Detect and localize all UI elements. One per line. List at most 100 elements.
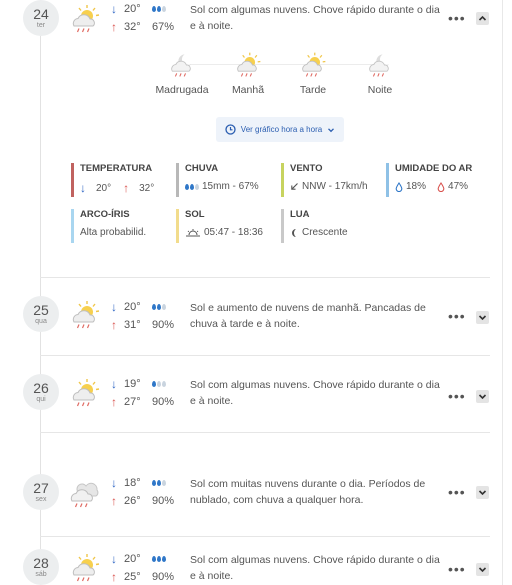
rain-probability: 90% [152,319,175,331]
rain-drops-icon [152,474,188,492]
more-options-button[interactable]: ••• [448,309,466,324]
temperatures: ↓ 19° ↑ 27° [111,375,151,411]
day-description: Sol com algumas nuvens. Chove rápido dur… [190,379,440,407]
arrow-up-icon: ↑ [111,318,117,332]
stat-sun-value: 05:47 - 18:36 [204,227,263,238]
stat-wind: VENTO NNW - 17km/h [281,163,381,197]
date-badge: 25 qua [23,296,59,332]
period-noite: Noite [350,50,410,96]
hourly-chart-button[interactable]: Ver gráfico hora a hora [216,117,344,142]
sun-cloud-rain-icon [68,376,102,410]
temp-max: 32° [124,21,141,33]
day-description: Sol com muitas nuvens durante o dia. Per… [190,478,426,506]
stat-temp-max: 32° [139,182,155,194]
arrow-down-icon: ↓ [111,377,117,391]
more-options-button[interactable]: ••• [448,485,466,500]
stat-humidity-max: 47% [448,181,469,192]
stat-title: SOL [185,209,205,220]
period-tarde: Tarde [283,50,343,96]
rain-drops-icon [152,375,188,393]
wind-direction-icon [291,183,298,190]
date-badge: 24 ter [23,0,59,36]
temperatures: ↓ 20° ↑ 25° [111,550,151,585]
stat-title: ARCO-ÍRIS [80,209,130,220]
arrow-up-icon: ↑ [111,494,117,508]
stat-moon: LUA Crescente [281,209,381,243]
rain-info: 90% [152,550,188,585]
day-row[interactable]: 24 ter ↓ 20° ↑ 32° 67% Sol com algumas nuv… [0,0,502,277]
temp-max: 26° [124,495,141,507]
frame-border [502,0,503,585]
day-number: 26 [33,380,49,396]
more-options-button[interactable]: ••• [448,562,466,577]
day-row[interactable]: 26 qui ↓ 19° ↑ 27° 90% Sol com algumas nuv… [0,374,502,434]
expand-button[interactable] [476,563,489,576]
expand-button[interactable] [476,390,489,403]
rain-drops-icon [152,298,188,316]
chevron-down-icon [478,490,487,496]
day-of-week: sex [35,496,47,503]
arrow-down-icon: ↓ [80,181,86,195]
stat-rainbow: ARCO-ÍRIS Alta probabilid. [71,209,171,243]
day-of-week: qui [36,396,46,403]
arrow-down-icon: ↓ [111,552,117,566]
sun-cloud-rain-icon [68,2,102,36]
row-divider [40,355,490,356]
moon-cloud-rain-icon [365,50,395,80]
humidity-drop-icon [395,181,403,192]
stat-title: LUA [290,209,310,220]
day-of-week: qua [35,318,47,325]
collapse-button[interactable] [476,12,489,25]
arrow-up-icon: ↑ [123,181,130,195]
day-row[interactable]: 25 qua ↓ 20° ↑ 31° 90% Sol e aumento de nu… [0,296,502,356]
temperatures: ↓ 20° ↑ 31° [111,298,151,334]
day-row[interactable]: 27 sex ↓ 18° ↑ 26° 90% Sol com muitas nuve… [0,474,502,534]
rain-info: 90% [152,474,188,510]
stat-temp-min: 20° [96,182,112,194]
rain-probability: 67% [152,21,175,33]
rain-info: 90% [152,375,188,411]
expand-button[interactable] [476,311,489,324]
arrow-up-icon: ↑ [111,570,117,584]
day-description: Sol com algumas nuvens. Chove rápido dur… [190,4,440,32]
temp-min: 18° [124,477,141,489]
moon-cloud-rain-icon [167,50,197,80]
arrow-down-icon: ↓ [111,300,117,314]
sun-cloud-rain-icon [68,551,102,585]
temperatures: ↓ 18° ↑ 26° [111,474,151,510]
stat-rain-value: 15mm - 67% [202,181,259,192]
period-label: Manhã [231,84,265,96]
row-divider [40,536,490,537]
stat-title: UMIDADE DO AR [395,163,473,174]
rain-drops-icon [152,550,188,568]
row-divider [40,432,490,433]
day-description: Sol com algumas nuvens. Chove rápido dur… [190,554,440,582]
cloud-rain-icon [68,476,102,510]
day-description: Sol e aumento de nuvens de manhã. Pancad… [190,302,426,330]
row-divider [40,277,490,278]
moon-icon [292,228,296,237]
period-manha: Manhã [218,50,278,96]
stat-title: VENTO [290,163,323,174]
temp-min: 20° [124,301,141,313]
stat-rain: CHUVA 15mm - 67% [176,163,276,197]
temp-max: 27° [124,396,141,408]
day-row[interactable]: 28 sáb ↓ 20° ↑ 25° 90% Sol com algumas nuv… [0,549,502,585]
rain-probability: 90% [152,571,175,583]
period-label: Tarde [299,84,327,96]
stat-humidity: UMIDADE DO AR 18% 47% [386,163,498,197]
chevron-up-icon [478,15,487,21]
more-options-button[interactable]: ••• [448,389,466,404]
temp-max: 31° [124,319,141,331]
chevron-down-icon [478,394,487,400]
stat-wind-value: NNW - 17km/h [302,181,368,192]
temp-min: 19° [124,378,141,390]
stat-title: CHUVA [185,163,219,174]
stat-temperature: TEMPERATURA ↓ 20° ↑ 32° [71,163,171,197]
chevron-down-icon [478,567,487,573]
stat-title: TEMPERATURA [80,163,153,174]
expand-button[interactable] [476,486,489,499]
more-options-button[interactable]: ••• [448,11,466,26]
period-label: Madrugada [155,84,209,96]
clock-icon [225,124,236,135]
